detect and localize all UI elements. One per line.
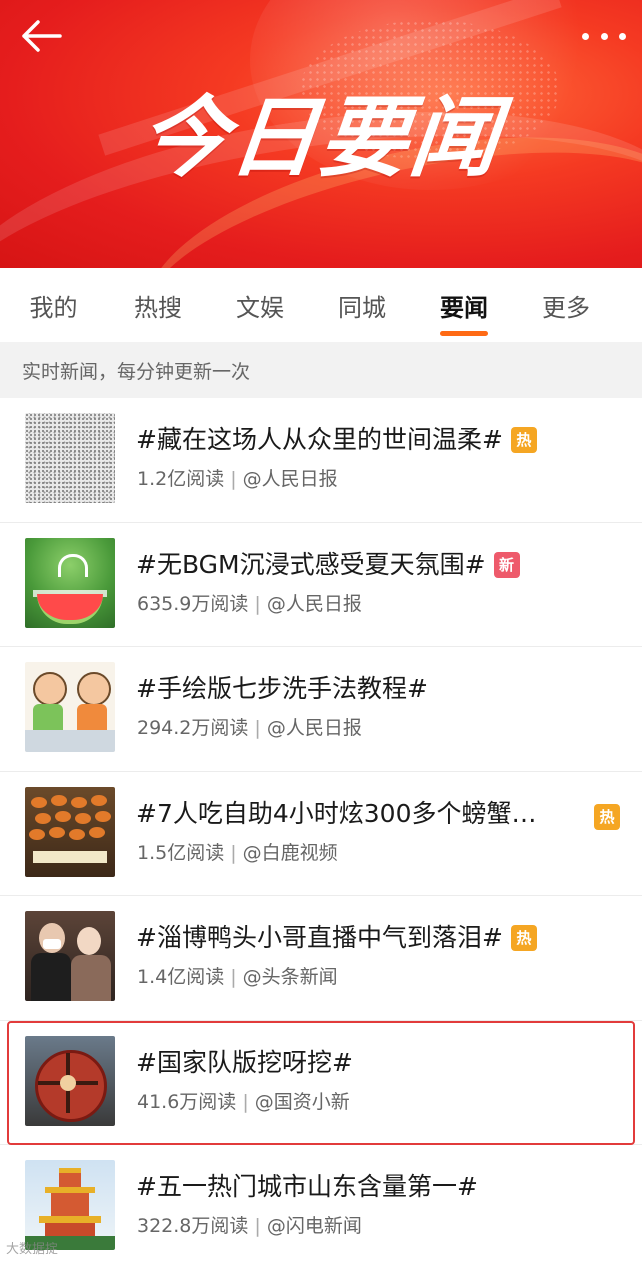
tab-more[interactable]: 更多 [515,268,617,342]
thumbnail-image [25,786,115,877]
more-dots-icon [582,32,589,40]
thumbnail-image [25,1035,115,1126]
back-button[interactable] [18,16,64,56]
item-title: #手绘版七步洗手法教程# [136,674,428,703]
hot-badge: 热 [510,925,537,951]
hot-badge: 热 [510,427,537,453]
item-source: @国资小新 [254,1090,350,1113]
tab-hot-search[interactable]: 热搜 [107,268,209,342]
list-item[interactable]: #7人吃自助4小时炫300多个螃蟹… 热 1.5亿阅读 | @白鹿视频 [0,772,642,896]
separator: | [254,717,261,739]
separator: | [242,1090,249,1113]
item-source: @人民日报 [266,592,362,615]
item-title: #藏在这场人从众里的世间温柔# [136,425,503,454]
read-count: 322.8万阅读 [137,1215,249,1237]
list-item-highlighted[interactable]: #国家队版挖呀挖# 41.6万阅读 | @国资小新 [0,1020,642,1145]
separator: | [230,841,237,864]
read-count: 635.9万阅读 [137,592,249,615]
new-badge: 新 [493,551,520,578]
more-dots-icon [600,32,608,40]
header-banner: 今日要闻 [0,0,642,268]
more-dots-icon [619,32,626,40]
item-source: @白鹿视频 [242,841,338,864]
tab-local[interactable]: 同城 [311,268,413,342]
separator: | [254,1215,261,1237]
read-count: 41.6万阅读 [137,1090,237,1113]
list-item[interactable]: #手绘版七步洗手法教程# 294.2万阅读 | @人民日报 [0,647,642,772]
thumbnail-image [25,537,115,628]
item-source: @人民日报 [242,468,338,490]
read-count: 1.2亿阅读 [137,468,225,490]
back-arrow-icon [22,20,62,52]
read-count: 1.4亿阅读 [137,966,225,988]
list-item[interactable]: #淄博鸭头小哥直播中气到落泪# 热 1.4亿阅读 | @头条新闻 [0,896,642,1021]
item-source: @闪电新闻 [266,1215,362,1237]
list-item[interactable]: #五一热门城市山东含量第一# 322.8万阅读 | @闪电新闻 [0,1145,642,1270]
thumbnail-image [25,911,115,1001]
thumbnail-image [25,662,115,752]
news-list: #藏在这场人从众里的世间温柔# 热 1.2亿阅读 | @人民日报 #无BGM沉浸式感… [0,398,642,1270]
tab-bar: 我的 热搜 文娱 同城 要闻 更多 [0,268,642,342]
separator: | [230,468,237,490]
hot-badge: 热 [594,803,620,830]
separator: | [254,592,261,615]
tab-news[interactable]: 要闻 [413,268,515,342]
separator: | [230,966,237,988]
item-title: #7人吃自助4小时炫300多个螃蟹… [136,798,537,828]
read-count: 1.5亿阅读 [137,841,225,864]
item-title: #五一热门城市山东含量第一# [136,1172,478,1201]
tab-mine[interactable]: 我的 [0,268,107,342]
item-title: #淄博鸭头小哥直播中气到落泪# [136,923,503,952]
tab-entertainment[interactable]: 文娱 [209,268,311,342]
list-item[interactable]: #藏在这场人从众里的世间温柔# 热 1.2亿阅读 | @人民日报 [0,398,642,523]
watermark: 大数据掟 [6,1242,59,1257]
item-title: #无BGM沉浸式感受夏天氛围# [136,549,486,579]
read-count: 294.2万阅读 [137,717,249,739]
item-source: @头条新闻 [242,966,338,988]
thumbnail-image [25,413,115,503]
list-item[interactable]: #无BGM沉浸式感受夏天氛围# 新 635.9万阅读 | @人民日报 [0,523,642,647]
more-button[interactable] [582,24,626,48]
banner-title: 今日要闻 [134,86,506,189]
update-notice: 实时新闻，每分钟更新一次 [0,342,642,398]
thumbnail-image [25,1160,115,1250]
item-title: #国家队版挖呀挖# [136,1047,353,1077]
item-source: @人民日报 [266,717,362,739]
